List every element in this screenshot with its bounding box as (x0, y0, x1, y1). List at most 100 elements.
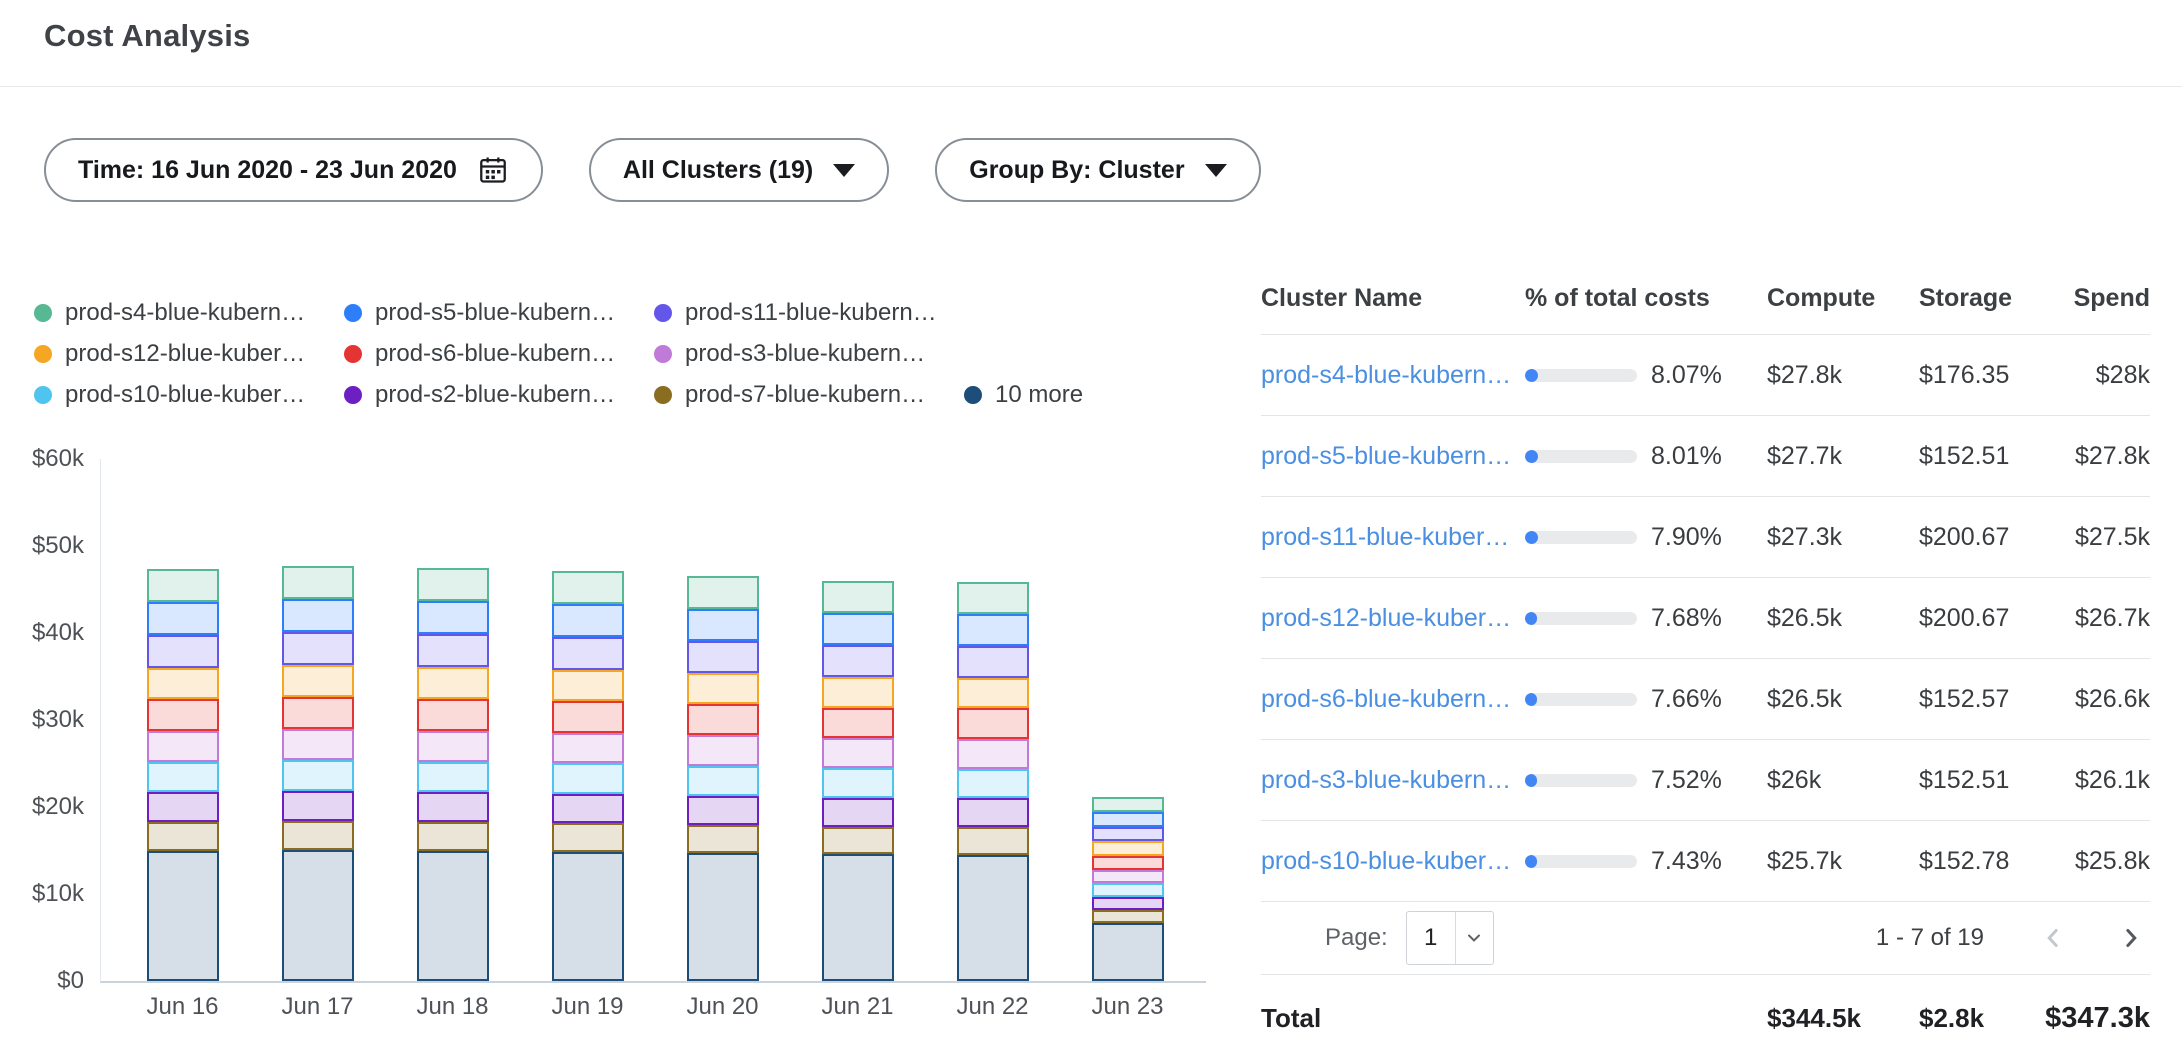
chevron-left-icon[interactable] (2038, 923, 2068, 953)
legend-color-dot (654, 386, 672, 404)
bar-segment (147, 668, 219, 700)
bar-segment (282, 632, 354, 665)
legend-item-label: prod-s5-blue-kubern… (375, 299, 615, 327)
legend-item[interactable]: prod-s11-blue-kubern… (654, 299, 937, 327)
bar-segment (417, 792, 489, 822)
pagination-bar: Page: 1 1 - 7 of 19 (1261, 902, 2150, 975)
legend-color-dot (344, 304, 362, 322)
legend-item[interactable]: prod-s3-blue-kubern… (654, 340, 925, 368)
legend-item[interactable]: prod-s7-blue-kubern… (654, 381, 964, 409)
cell-spend: $28k (2031, 361, 2150, 390)
cluster-name-link[interactable]: prod-s5-blue-kubern… (1261, 442, 1511, 471)
cell-percent: 7.52% (1525, 766, 1767, 795)
table-row: prod-s5-blue-kubern…8.01%$27.7k$152.51$2… (1261, 416, 2150, 497)
y-axis-tick-label: $10k (0, 880, 84, 908)
page-select[interactable]: 1 (1406, 911, 1494, 965)
cell-compute: $26k (1767, 766, 1919, 795)
cluster-name-link[interactable]: prod-s10-blue-kuber… (1261, 847, 1511, 876)
stacked-bar[interactable] (282, 566, 354, 981)
percent-value: 8.01% (1651, 442, 1722, 471)
chart-legend: prod-s4-blue-kubern… prod-s5-blue-kubern…… (34, 292, 1083, 415)
stacked-bar[interactable] (552, 571, 624, 981)
bar-segment (1092, 910, 1164, 923)
cell-percent: 8.07% (1525, 361, 1767, 390)
legend-item[interactable]: prod-s6-blue-kubern… (344, 340, 654, 368)
bar-segment (1092, 827, 1164, 842)
y-axis-tick-label: $40k (0, 619, 84, 647)
legend-row: prod-s10-blue-kuber…prod-s2-blue-kubern…… (34, 374, 1083, 415)
bar-segment (552, 637, 624, 670)
legend-item-label: prod-s11-blue-kubern… (685, 299, 937, 327)
bar-segment (147, 762, 219, 792)
bar-segment (822, 768, 894, 798)
bar-segment (822, 677, 894, 708)
cell-spend: $26.7k (2031, 604, 2150, 633)
bar-segment (417, 762, 489, 793)
percent-bar (1525, 774, 1637, 787)
table-body: prod-s4-blue-kubern…8.07%$27.8k$176.35$2… (1261, 335, 2150, 902)
header-divider (0, 86, 2182, 87)
bar-segment (282, 665, 354, 697)
legend-item[interactable]: 10 more (964, 381, 1083, 409)
cell-storage: $152.51 (1919, 766, 2031, 795)
cell-storage: $152.57 (1919, 685, 2031, 714)
bar-segment (822, 708, 894, 739)
header-compute: Compute (1767, 284, 1919, 313)
stacked-bar[interactable] (147, 569, 219, 981)
stacked-bar[interactable] (687, 576, 759, 981)
bar-segment (822, 854, 894, 981)
stacked-bar[interactable] (417, 568, 489, 981)
total-row: Total $344.5k $2.8k $347.3k (1261, 975, 2150, 1052)
legend-item[interactable]: prod-s4-blue-kubern… (34, 299, 344, 327)
legend-item-label: prod-s6-blue-kubern… (375, 340, 615, 368)
bar-segment (147, 602, 219, 635)
time-range-filter[interactable]: Time: 16 Jun 2020 - 23 Jun 2020 (44, 138, 543, 202)
stacked-bar[interactable] (957, 582, 1029, 981)
cluster-name-link[interactable]: prod-s12-blue-kuber… (1261, 604, 1511, 633)
bar-segment (957, 798, 1029, 827)
chevron-right-icon[interactable] (2116, 923, 2146, 953)
percent-value: 8.07% (1651, 361, 1722, 390)
bar-segment (552, 701, 624, 732)
bar-segment (552, 670, 624, 702)
stacked-bar[interactable] (1092, 797, 1164, 981)
bar-segment (957, 855, 1029, 981)
bar-segment (687, 766, 759, 796)
caret-down-icon (1205, 164, 1227, 177)
percent-bar (1525, 450, 1637, 463)
legend-item[interactable]: prod-s10-blue-kuber… (34, 381, 344, 409)
x-axis-tick-label: Jun 20 (655, 993, 790, 1021)
legend-item-label: prod-s4-blue-kubern… (65, 299, 305, 327)
cluster-name-link[interactable]: prod-s3-blue-kubern… (1261, 766, 1511, 795)
cluster-name-link[interactable]: prod-s6-blue-kubern… (1261, 685, 1511, 714)
cluster-name-link[interactable]: prod-s4-blue-kubern… (1261, 361, 1511, 390)
bar-segment (1092, 883, 1164, 897)
bar-segment (282, 697, 354, 729)
bar-segment (552, 733, 624, 764)
percent-bar-fill (1525, 612, 1537, 625)
bar-segment (957, 678, 1029, 709)
cell-spend: $26.6k (2031, 685, 2150, 714)
legend-item[interactable]: prod-s5-blue-kubern… (344, 299, 654, 327)
page-title: Cost Analysis (44, 18, 250, 54)
stacked-bar[interactable] (822, 581, 894, 981)
clusters-filter[interactable]: All Clusters (19) (589, 138, 889, 202)
group-by-filter[interactable]: Group By: Cluster (935, 138, 1260, 202)
table-row: prod-s10-blue-kuber…7.43%$25.7k$152.78$2… (1261, 821, 2150, 902)
pagination-range: 1 - 7 of 19 (1876, 924, 1984, 952)
bar-segment (147, 851, 219, 982)
x-axis-tick-label: Jun 21 (790, 993, 925, 1021)
bar-segment (1092, 841, 1164, 855)
total-compute: $344.5k (1767, 1003, 1919, 1034)
cell-compute: $26.5k (1767, 604, 1919, 633)
bar-segment (687, 853, 759, 981)
header-storage: Storage (1919, 284, 2031, 313)
cluster-name-link[interactable]: prod-s11-blue-kuber… (1261, 523, 1509, 552)
bar-segment (417, 822, 489, 851)
legend-item[interactable]: prod-s2-blue-kubern… (344, 381, 654, 409)
legend-row: prod-s12-blue-kuber… prod-s6-blue-kubern…… (34, 333, 1083, 374)
legend-item[interactable]: prod-s12-blue-kuber… (34, 340, 344, 368)
chevron-down-icon (1455, 912, 1493, 964)
cell-compute: $27.3k (1767, 523, 1919, 552)
bar-segment (282, 760, 354, 791)
